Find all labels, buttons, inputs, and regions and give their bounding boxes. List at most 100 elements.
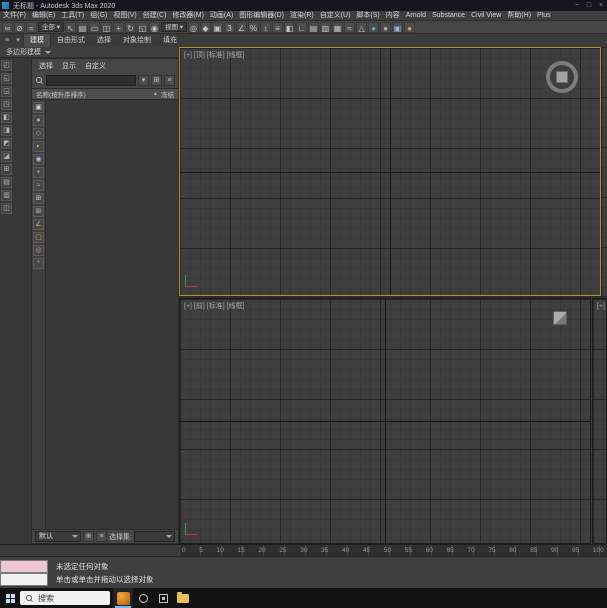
3ds-max-taskbar-icon[interactable]: [113, 588, 133, 608]
show-geometry-icon[interactable]: ●: [33, 115, 44, 126]
viewport-layout-tab-icon-1[interactable]: ◰: [1, 60, 12, 71]
viewport-top[interactable]: [+] [顶] [标准] [线框]: [179, 47, 601, 296]
show-shapes-icon[interactable]: ◇: [33, 128, 44, 139]
menu-item[interactable]: 自定义(U): [317, 11, 354, 20]
keyboard-override-icon[interactable]: ▣: [212, 21, 223, 33]
add-selection-set-icon[interactable]: ⊕: [83, 531, 94, 542]
show-lights-icon[interactable]: ◐: [33, 141, 44, 152]
viewport-layout-tab-icon-8[interactable]: ◪: [1, 151, 12, 162]
menu-item[interactable]: 内容: [383, 11, 403, 20]
menu-item[interactable]: 编辑(E): [29, 11, 58, 20]
selection-set-dropdown[interactable]: [133, 531, 175, 542]
maxscript-mini-listener-script[interactable]: [0, 573, 48, 586]
select-scale-icon[interactable]: ◱: [137, 21, 148, 33]
viewport-layout-tab-icon-12[interactable]: ◫: [1, 203, 12, 214]
material-editor-icon[interactable]: ●: [368, 21, 379, 33]
select-object-icon[interactable]: ↖: [65, 21, 76, 33]
viewport-layout-tab-icon-2[interactable]: ◱: [1, 73, 12, 84]
viewport-front-label[interactable]: [+] [前] [标准] [线框]: [184, 301, 244, 311]
edit-selection-set-icon[interactable]: ≡: [96, 531, 107, 542]
menu-item[interactable]: Substance: [429, 11, 468, 20]
select-manipulate-icon[interactable]: ◆: [200, 21, 211, 33]
viewport-front[interactable]: [+] [前] [标准] [线框]: [179, 298, 591, 544]
explorer-menu-item[interactable]: 显示: [62, 61, 76, 71]
menu-item[interactable]: Civil View: [468, 11, 504, 20]
freeze-column-header[interactable]: 冻结: [161, 89, 174, 99]
viewport-layout-tab-icon-4[interactable]: ◳: [1, 99, 12, 110]
viewport-layout-tab-icon-9[interactable]: ⊞: [1, 164, 12, 175]
file-explorer-icon[interactable]: [173, 588, 193, 608]
name-column-header[interactable]: 名称(按升序排序): [36, 89, 150, 99]
menu-item[interactable]: 帮助(H): [504, 11, 534, 20]
scene-explorer-list[interactable]: [46, 100, 178, 529]
menu-item[interactable]: Plus: [534, 11, 554, 20]
preset-dropdown[interactable]: 默认: [35, 531, 81, 542]
ribbon-pin-icon[interactable]: ▾: [13, 36, 23, 46]
minimize-button[interactable]: −: [571, 0, 583, 11]
viewport-layout-tab-icon-7[interactable]: ◩: [1, 138, 12, 149]
ribbon-tab[interactable]: 对象绘制: [117, 34, 157, 47]
taskbar-search-input[interactable]: 搜索: [20, 591, 110, 605]
select-move-icon[interactable]: +: [113, 21, 124, 33]
show-cameras-icon[interactable]: ◉: [33, 154, 44, 165]
show-helpers-icon[interactable]: +: [33, 167, 44, 178]
menu-item[interactable]: 图形编辑器(D): [236, 11, 287, 20]
show-xrefs-icon[interactable]: ⊠: [33, 206, 44, 217]
viewcube-mini-icon[interactable]: [553, 311, 567, 325]
scene-explorer-search-input[interactable]: [46, 74, 136, 86]
sync-selection-icon[interactable]: ⊞: [151, 74, 162, 86]
explorer-settings-icon[interactable]: ≡: [164, 74, 175, 86]
menu-item[interactable]: 文件(F): [0, 11, 29, 20]
search-filter-icon[interactable]: ▾: [138, 74, 149, 86]
show-bones-icon[interactable]: ∠: [33, 219, 44, 230]
timeline-ruler[interactable]: 0 5 10 15 20 25 30 35 40 45 50 55 60 65 70 75 80 85 90 95 10…: [179, 544, 607, 556]
align-icon[interactable]: ∟: [296, 21, 307, 33]
scene-explorer-column-header[interactable]: 名称(按升序排序) ▲ 冻结: [32, 88, 178, 100]
show-containers-icon[interactable]: ▢: [33, 232, 44, 243]
viewport-layout-tab-icon-11[interactable]: ▥: [1, 190, 12, 201]
mirror-icon[interactable]: ◧: [284, 21, 295, 33]
toggle-scene-explorer-icon[interactable]: ▤: [308, 21, 319, 33]
show-groups-icon[interactable]: ⊞: [33, 193, 44, 204]
close-button[interactable]: ×: [595, 0, 607, 11]
show-frozen-icon[interactable]: *: [33, 258, 44, 269]
viewport-top-label[interactable]: [+] [顶] [标准] [线框]: [184, 50, 244, 60]
ribbon-tab[interactable]: 建模: [23, 33, 51, 47]
viewport-layout-tab-icon-6[interactable]: ◨: [1, 125, 12, 136]
angle-snap-icon[interactable]: ∠: [236, 21, 247, 33]
pivot-center-icon[interactable]: ◎: [188, 21, 199, 33]
unlink-icon[interactable]: ⊘: [14, 21, 25, 33]
spinner-snap-icon[interactable]: ↕: [260, 21, 271, 33]
menu-item[interactable]: 动画(A): [207, 11, 236, 20]
viewport-side-label[interactable]: [+] [透视] [标准]: [597, 301, 606, 311]
maxscript-mini-listener-macro[interactable]: [0, 560, 48, 573]
named-selection-sets-icon[interactable]: ≡: [272, 21, 283, 33]
layer-explorer-icon[interactable]: ▥: [320, 21, 331, 33]
ribbon-tab[interactable]: 选择: [91, 34, 117, 47]
explorer-menu-item[interactable]: 选择: [39, 61, 53, 71]
region-select-icon[interactable]: ▭: [89, 21, 100, 33]
viewport-adjacent-sliver[interactable]: [601, 47, 607, 296]
selection-filter-dropdown[interactable]: 全部 ▾: [38, 22, 64, 32]
viewport-layout-tab-icon-5[interactable]: ◧: [1, 112, 12, 123]
show-all-icon[interactable]: ▣: [33, 102, 44, 113]
menu-item[interactable]: Arnold: [403, 11, 429, 20]
viewport-layout-tab-icon-10[interactable]: ▤: [1, 177, 12, 188]
show-spacewarps-icon[interactable]: ≈: [33, 180, 44, 191]
schematic-view-icon[interactable]: △: [356, 21, 367, 33]
menu-item[interactable]: 渲染(R): [287, 11, 317, 20]
menu-item[interactable]: 组(G): [87, 11, 110, 20]
window-crossing-icon[interactable]: ◫: [101, 21, 112, 33]
ribbon-collapsed-panel[interactable]: 多边形建模: [0, 47, 179, 58]
menu-item[interactable]: 脚本(S): [353, 11, 382, 20]
bind-spacewarp-icon[interactable]: ≈: [26, 21, 37, 33]
menu-item[interactable]: 修改器(M): [169, 11, 207, 20]
select-place-icon[interactable]: ◉: [149, 21, 160, 33]
ref-coord-dropdown[interactable]: 视图 ▾: [161, 22, 187, 32]
maximize-button[interactable]: □: [583, 0, 595, 11]
viewcube-icon[interactable]: [544, 59, 580, 95]
ribbon-tab[interactable]: 自由形式: [51, 34, 91, 47]
explorer-menu-item[interactable]: 自定义: [85, 61, 106, 71]
ribbon-toggle-icon[interactable]: ▦: [332, 21, 343, 33]
ribbon-menu-icon[interactable]: ≡: [2, 36, 12, 46]
